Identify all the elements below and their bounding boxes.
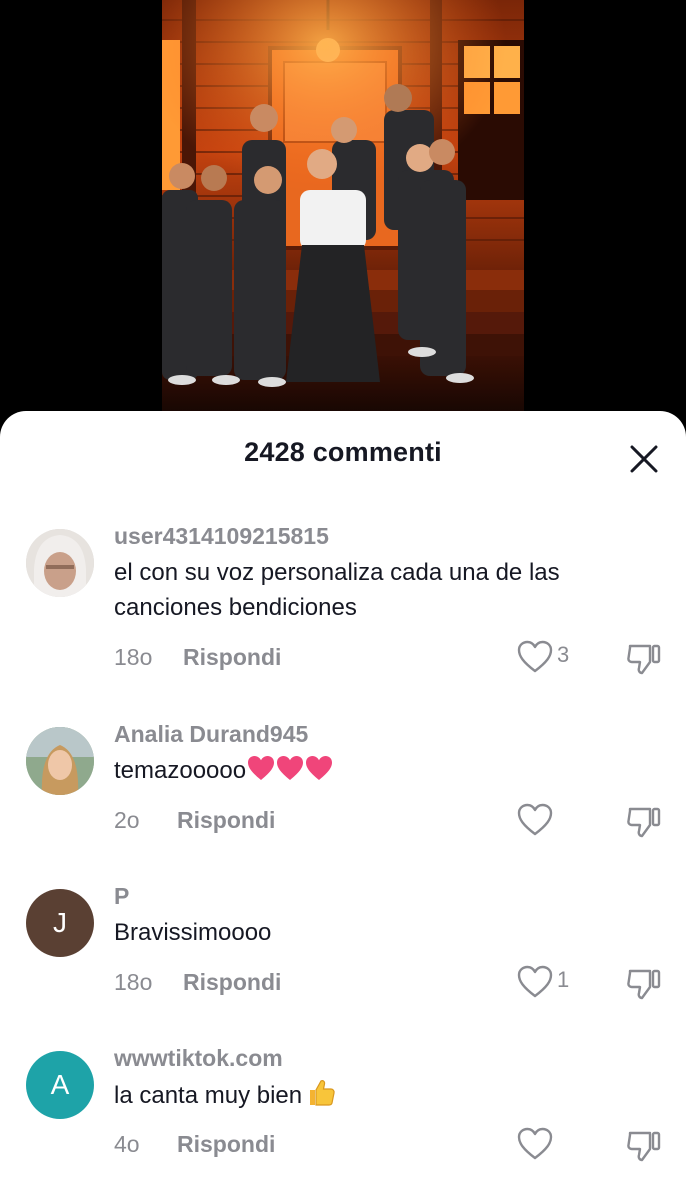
video-frame xyxy=(162,0,524,430)
comment-username[interactable]: Analia Durand945 xyxy=(114,721,308,748)
comment-username[interactable]: wwwtiktok.com xyxy=(114,1045,283,1072)
avatar[interactable] xyxy=(26,529,94,597)
heart-outline-icon xyxy=(517,965,553,998)
comment-time: 18o xyxy=(114,644,153,670)
comments-count-title: 2428 commenti xyxy=(244,437,442,467)
like-button[interactable]: 1 xyxy=(517,965,577,999)
comment-text-content: temazooooo xyxy=(114,757,247,784)
heart-outline-icon xyxy=(517,1127,553,1160)
avatar[interactable]: A xyxy=(26,1051,94,1119)
thumbs-down-icon xyxy=(627,969,661,1000)
comment-time: 2o xyxy=(114,807,140,833)
comment-username[interactable]: P xyxy=(114,883,129,910)
dislike-button[interactable] xyxy=(626,640,662,676)
screen: 2428 commenti user4314109215815 el con s… xyxy=(0,0,686,1200)
comment-time: 18o xyxy=(114,969,153,995)
avatar-photo xyxy=(26,529,94,597)
comment-text: temazooooo xyxy=(114,753,634,788)
thumbs-up-emoji xyxy=(310,1080,335,1106)
like-button[interactable] xyxy=(517,803,577,837)
like-button[interactable]: 3 xyxy=(517,640,577,674)
thumbs-down-icon xyxy=(627,807,661,838)
comments-sheet: 2428 commenti user4314109215815 el con s… xyxy=(0,411,686,1200)
dislike-button[interactable] xyxy=(626,803,662,839)
comment-username[interactable]: user4314109215815 xyxy=(114,523,329,550)
close-button[interactable] xyxy=(624,439,664,479)
comment-text: Bravissimoooo xyxy=(114,919,272,946)
close-icon xyxy=(630,445,658,473)
like-count: 3 xyxy=(557,642,570,667)
reply-button[interactable]: Rispondi xyxy=(183,644,281,671)
comment-text-content: la canta muy bien xyxy=(114,1082,303,1109)
comment-text: la canta muy bien xyxy=(114,1077,634,1113)
thumbs-down-icon xyxy=(627,1131,661,1162)
comment-time: 4o xyxy=(114,1131,140,1157)
thumbs-down-icon xyxy=(627,644,661,675)
avatar[interactable]: J xyxy=(26,889,94,957)
reply-button[interactable]: Rispondi xyxy=(177,1131,275,1158)
pink-hearts-emoji xyxy=(248,756,333,780)
avatar-letter: A xyxy=(50,1069,70,1100)
reply-button[interactable]: Rispondi xyxy=(183,969,281,996)
avatar[interactable] xyxy=(26,727,94,795)
dislike-button[interactable] xyxy=(626,965,662,1001)
comment-text: el con su voz personaliza cada una de la… xyxy=(114,559,560,621)
heart-outline-icon xyxy=(517,640,553,673)
like-count: 1 xyxy=(557,967,570,992)
avatar-photo xyxy=(26,727,94,795)
reply-button[interactable]: Rispondi xyxy=(177,807,275,834)
dislike-button[interactable] xyxy=(626,1127,662,1163)
video-player[interactable] xyxy=(162,0,524,430)
heart-outline-icon xyxy=(517,803,553,836)
avatar-letter: J xyxy=(53,907,67,938)
like-button[interactable] xyxy=(517,1127,577,1161)
